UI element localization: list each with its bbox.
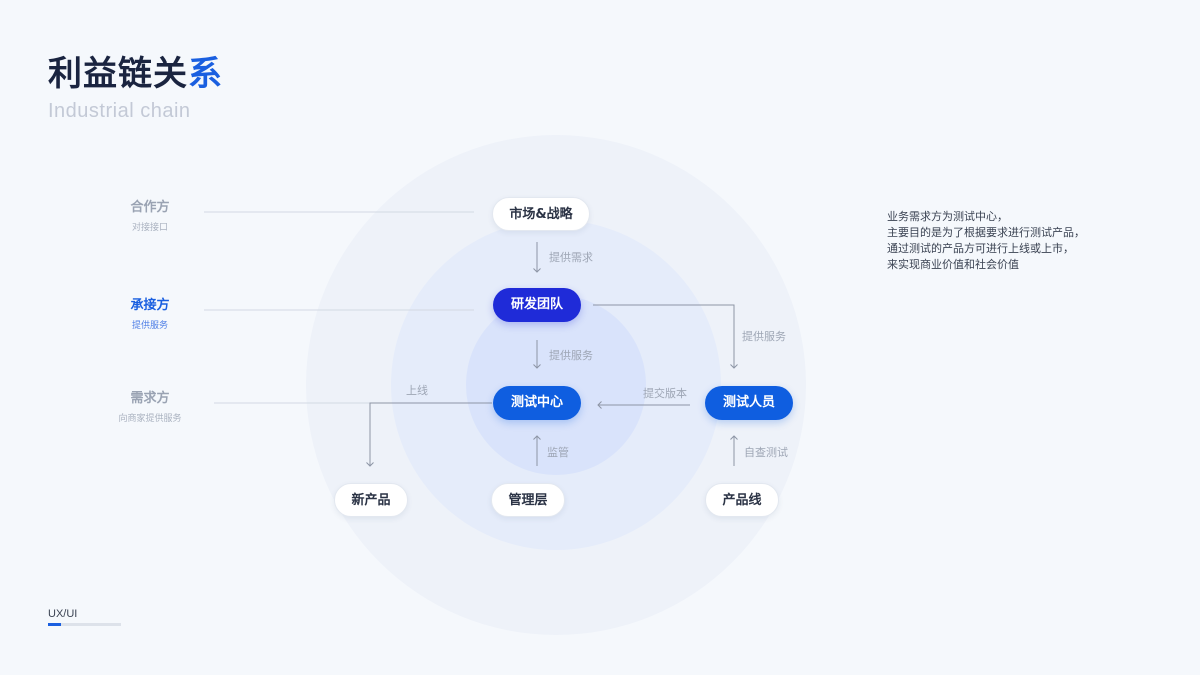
side-label-partner-title: 合作方	[130, 200, 170, 215]
description-text: 业务需求方为测试中心， 主要目的是为了根据要求进行测试产品， 通过测试的产品方可…	[887, 209, 1127, 273]
description-line-3: 通过测试的产品方可进行上线或上市，	[887, 242, 1074, 255]
edge-label-provide-service-right: 提供服务	[742, 330, 786, 343]
node-test-center: 测试中心	[493, 386, 581, 420]
description-line-1: 业务需求方为测试中心，	[887, 210, 1008, 223]
node-product-line: 产品线	[705, 483, 779, 517]
arrow-center-to-newproduct	[366, 402, 492, 467]
node-management: 管理层	[491, 483, 565, 517]
side-label-undertaker-title: 承接方	[130, 298, 170, 313]
side-label-demander-sub: 向商家提供服务	[118, 414, 182, 424]
edge-label-self-test: 自查测试	[744, 446, 788, 459]
edge-label-supervise: 监管	[547, 446, 569, 459]
side-label-undertaker-sub: 提供服务	[131, 321, 168, 331]
node-new-product: 新产品	[334, 483, 408, 517]
arrow-rd-to-tester	[593, 304, 738, 369]
progress-track	[48, 623, 121, 626]
description-line-2: 主要目的是为了根据要求进行测试产品，	[887, 226, 1085, 239]
edge-label-provide-demand: 提供需求	[549, 251, 593, 264]
node-market-strategy: 市场&战略	[492, 197, 590, 231]
side-label-demander: 需求方 向商家提供服务	[90, 390, 210, 425]
node-rd-team: 研发团队	[493, 288, 581, 322]
edge-label-submit-version: 提交版本	[643, 387, 687, 400]
footer-label: UX/UI	[48, 608, 78, 620]
edge-label-provide-service-center: 提供服务	[549, 349, 593, 362]
edge-label-launch: 上线	[406, 384, 428, 397]
connector-lines	[204, 211, 738, 467]
progress-fill	[48, 623, 62, 626]
side-label-undertaker: 承接方 提供服务	[90, 297, 210, 332]
description-line-4: 来实现商业价值和社会价值	[887, 258, 1019, 271]
side-label-demander-title: 需求方	[130, 391, 170, 406]
side-label-partner-sub: 对接接口	[131, 223, 168, 233]
side-label-partner: 合作方 对接接口	[90, 199, 210, 234]
node-tester: 测试人员	[705, 386, 793, 420]
